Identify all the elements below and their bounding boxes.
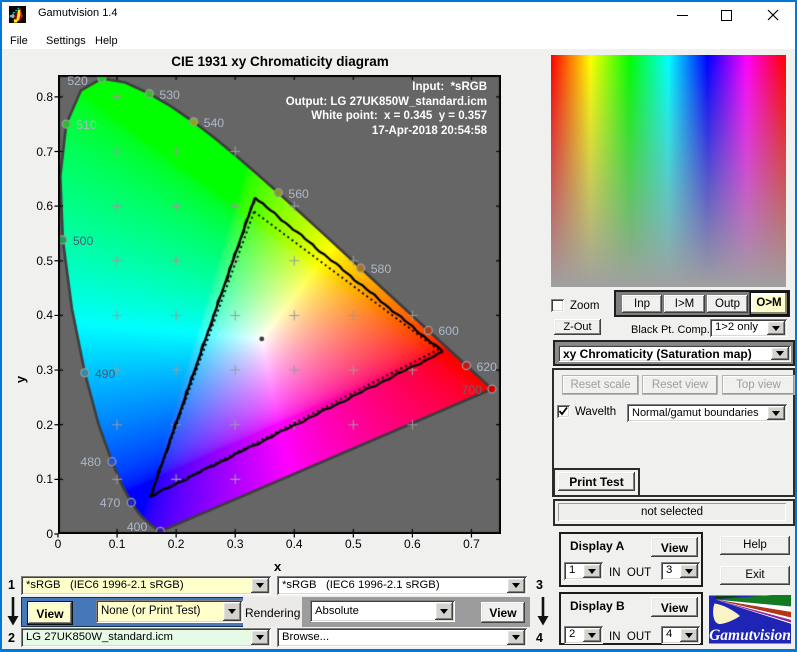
svg-text:Gamutvision: Gamutvision: [709, 627, 791, 644]
